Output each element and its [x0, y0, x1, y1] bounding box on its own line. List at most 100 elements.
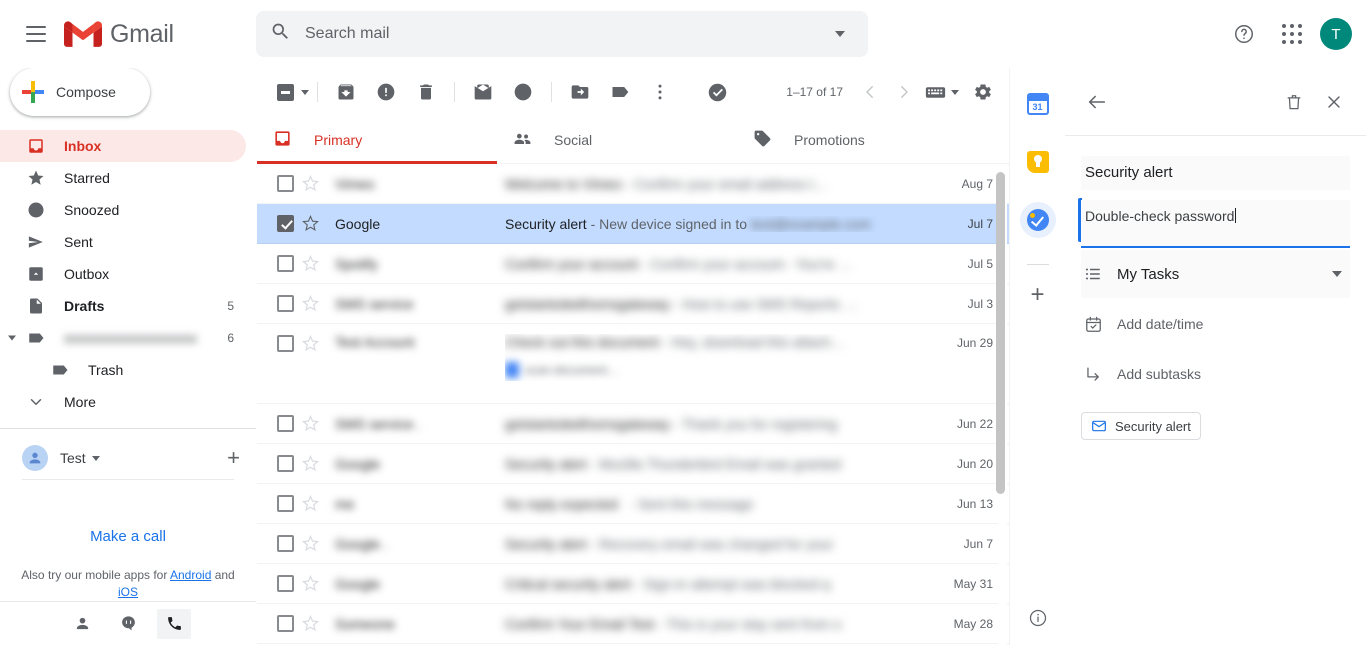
- row-checkbox[interactable]: [275, 255, 295, 272]
- delete-button[interactable]: [406, 72, 446, 112]
- gmail-logo[interactable]: Gmail: [64, 20, 174, 49]
- search-box[interactable]: [256, 11, 868, 57]
- sidebar-item-trash[interactable]: Trash: [0, 354, 246, 386]
- add-app-button[interactable]: +: [1030, 283, 1044, 307]
- row-checkbox[interactable]: [275, 175, 295, 192]
- list-scrollbar[interactable]: [996, 164, 1007, 645]
- row-checkbox[interactable]: [275, 215, 295, 232]
- sidebar-item-starred[interactable]: Starred: [0, 162, 246, 194]
- sidebar-item-custom-label[interactable]: xxxxxxxxxxxxxxxxxxx 6: [0, 322, 246, 354]
- close-panel-button[interactable]: [1314, 82, 1354, 122]
- labels-button[interactable]: [600, 72, 640, 112]
- back-button[interactable]: [1077, 82, 1117, 122]
- star-icon[interactable]: [295, 255, 325, 272]
- star-icon[interactable]: [295, 535, 325, 552]
- ios-link[interactable]: iOS: [118, 585, 138, 599]
- row-checkbox[interactable]: [275, 575, 295, 592]
- sidebar-item-snoozed[interactable]: Snoozed: [0, 194, 246, 226]
- row-checkbox[interactable]: [275, 535, 295, 552]
- chevron-down-icon[interactable]: [301, 89, 309, 95]
- add-date-time-button[interactable]: Add date/time: [1081, 300, 1350, 348]
- make-a-call-link[interactable]: Make a call: [90, 528, 166, 545]
- search-options-button[interactable]: [820, 14, 860, 54]
- attachment-chip[interactable]: scan-document…: [505, 362, 619, 378]
- sender-name: SMS service .: [335, 415, 422, 432]
- tasks-app-button[interactable]: [1019, 198, 1082, 242]
- compose-button[interactable]: Compose: [10, 68, 150, 116]
- table-row[interactable]: Google Security alert - Mozilla Thunderb…: [257, 444, 1009, 484]
- task-list-selector[interactable]: My Tasks: [1081, 250, 1350, 298]
- table-row[interactable]: SMS service getstartedwithsmsgateway - H…: [257, 284, 1009, 324]
- star-icon[interactable]: [295, 335, 325, 352]
- email-list[interactable]: Vimeo Welcome to Vimeo - Confirm your em…: [257, 164, 1009, 645]
- info-button[interactable]: [1028, 608, 1048, 633]
- row-checkbox[interactable]: [275, 455, 295, 472]
- sidebar-item-inbox[interactable]: Inbox: [0, 130, 246, 162]
- sidebar-item-outbox[interactable]: Outbox: [0, 258, 246, 290]
- next-page-button[interactable]: [887, 75, 921, 109]
- table-row[interactable]: SMS service . getstartedwithsmsgateway -…: [257, 404, 1009, 444]
- tab-primary[interactable]: Primary: [257, 116, 497, 164]
- contacts-icon[interactable]: [65, 609, 99, 639]
- help-icon[interactable]: [1224, 14, 1264, 54]
- hamburger-icon[interactable]: [16, 14, 56, 54]
- report-spam-button[interactable]: [366, 72, 406, 112]
- star-icon[interactable]: [295, 495, 325, 512]
- task-details-value: Double-check password: [1085, 208, 1235, 224]
- list-icon: [1081, 265, 1105, 283]
- plus-icon[interactable]: +: [227, 447, 240, 469]
- star-icon[interactable]: [295, 415, 325, 432]
- table-row[interactable]: Google . Security alert - Recovery email…: [257, 524, 1009, 564]
- task-title-input[interactable]: Security alert: [1081, 156, 1350, 190]
- chevron-down-icon[interactable]: [8, 335, 16, 341]
- delete-task-button[interactable]: [1274, 82, 1314, 122]
- row-checkbox[interactable]: [275, 495, 295, 512]
- more-options-button[interactable]: [640, 72, 680, 112]
- avatar[interactable]: T: [1320, 18, 1352, 50]
- apps-grid-icon[interactable]: [1272, 14, 1312, 54]
- table-row[interactable]: Vimeo Welcome to Vimeo - Confirm your em…: [257, 164, 1009, 204]
- table-row[interactable]: Google Security alert - New device signe…: [257, 204, 1009, 244]
- add-subtasks-button[interactable]: Add subtasks: [1081, 350, 1350, 398]
- android-link[interactable]: Android: [170, 568, 211, 582]
- table-row[interactable]: me No reply expected - Sent this message…: [257, 484, 1009, 524]
- archive-button[interactable]: [326, 72, 366, 112]
- snooze-button[interactable]: [503, 72, 543, 112]
- row-checkbox[interactable]: [275, 415, 295, 432]
- keep-app-button[interactable]: [1020, 144, 1056, 180]
- table-row[interactable]: Someone Confirm Your Email Test - This i…: [257, 604, 1009, 644]
- star-icon[interactable]: [295, 455, 325, 472]
- task-details-input[interactable]: Double-check password: [1081, 200, 1350, 248]
- table-row[interactable]: Google Critical security alert - Sign-in…: [257, 564, 1009, 604]
- row-checkbox[interactable]: [275, 335, 295, 352]
- hangouts-user[interactable]: Test +: [0, 439, 256, 477]
- settings-button[interactable]: [963, 72, 1003, 112]
- table-row[interactable]: Test Account Check out this document - H…: [257, 324, 1009, 404]
- star-icon[interactable]: [295, 615, 325, 632]
- tab-promotions[interactable]: Promotions: [737, 116, 977, 163]
- phone-icon[interactable]: [157, 608, 191, 639]
- chevron-down-icon[interactable]: [91, 455, 100, 461]
- star-icon[interactable]: [295, 215, 325, 232]
- linked-email-chip[interactable]: Security alert: [1081, 412, 1201, 440]
- star-icon[interactable]: [295, 575, 325, 592]
- conversations-icon[interactable]: [111, 609, 145, 639]
- scrollbar-thumb[interactable]: [996, 172, 1005, 494]
- table-row[interactable]: Spotify Confirm your account - Confirm y…: [257, 244, 1009, 284]
- add-to-tasks-button[interactable]: [697, 72, 737, 112]
- input-tools-button[interactable]: [921, 75, 963, 109]
- row-checkbox[interactable]: [275, 295, 295, 312]
- move-to-button[interactable]: [560, 72, 600, 112]
- previous-page-button[interactable]: [853, 75, 887, 109]
- star-icon[interactable]: [295, 175, 325, 192]
- mark-unread-button[interactable]: [463, 72, 503, 112]
- star-icon[interactable]: [295, 295, 325, 312]
- calendar-app-button[interactable]: 31: [1020, 86, 1056, 122]
- row-checkbox[interactable]: [275, 615, 295, 632]
- select-all-checkbox[interactable]: [271, 83, 309, 101]
- sidebar-item-drafts[interactable]: Drafts 5: [0, 290, 246, 322]
- tab-social[interactable]: Social: [497, 116, 737, 163]
- sidebar-item-more[interactable]: More: [0, 386, 246, 418]
- sidebar-item-sent[interactable]: Sent: [0, 226, 246, 258]
- search-input[interactable]: [305, 25, 820, 43]
